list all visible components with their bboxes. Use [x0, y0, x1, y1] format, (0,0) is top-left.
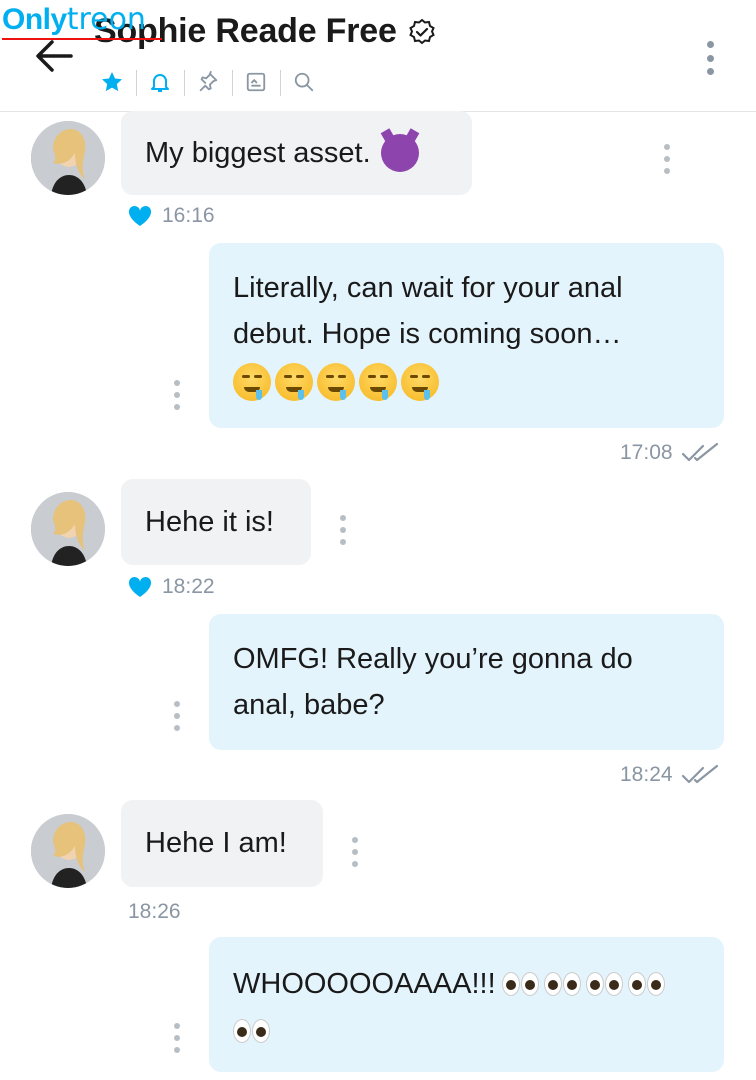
message-text: Hehe I am!: [145, 827, 287, 859]
drooling-face-emoji-row: [233, 363, 700, 401]
verified-badge-icon: [407, 17, 437, 47]
media-gallery-button[interactable]: [232, 66, 280, 98]
gallery-icon: [246, 72, 266, 92]
eyes-emoji-icon: [627, 972, 665, 996]
message-text: WHOOOOOAAAA!!!: [233, 968, 496, 1000]
more-dot-icon: [706, 41, 714, 48]
message-text-line: Literally, can wait for your anal: [233, 272, 623, 304]
drooling-face-emoji-icon: [233, 363, 271, 401]
watermark: Only treon: [2, 2, 162, 40]
message-meta: 17:08: [620, 441, 719, 465]
drooling-face-emoji-icon: [317, 363, 355, 401]
search-button[interactable]: [280, 66, 328, 98]
favorite-button[interactable]: [88, 66, 136, 98]
message-text-line: debut. Hope is coming soon…: [233, 318, 622, 350]
drooling-face-emoji-icon: [359, 363, 397, 401]
message-text: My biggest asset.: [145, 136, 371, 169]
message-time: 17:08: [620, 441, 673, 464]
message-bubble-incoming[interactable]: Hehe it is!: [121, 479, 311, 565]
eyes-emoji-row: [233, 1011, 700, 1057]
message-options-button[interactable]: [349, 837, 361, 867]
message-bubble-incoming[interactable]: My biggest asset.: [121, 111, 472, 195]
eyes-emoji-icon: [585, 972, 623, 996]
eyes-emoji-icon: [501, 972, 539, 996]
message-text-line: anal, babe?: [233, 689, 385, 721]
message-bubble-outgoing[interactable]: WHOOOOOAAAA!!!: [209, 937, 724, 1072]
message-bubble-outgoing[interactable]: OMFG! Really you’re gonna do anal, babe?: [209, 614, 724, 750]
arrow-left-icon: [36, 40, 73, 72]
message-meta: 18:22: [128, 575, 215, 599]
message-bubble-incoming[interactable]: Hehe I am!: [121, 800, 323, 887]
message-meta: 16:16: [128, 204, 215, 228]
message-options-button[interactable]: [661, 144, 673, 174]
search-icon: [294, 72, 314, 92]
message-time: 18:26: [128, 900, 181, 923]
heart-icon[interactable]: [128, 205, 152, 227]
message-text: Hehe it is!: [145, 505, 274, 538]
message-time: 18:24: [620, 763, 673, 786]
message-time: 16:16: [162, 204, 215, 227]
bell-icon: [151, 74, 169, 92]
drooling-face-emoji-icon: [275, 363, 313, 401]
notifications-button[interactable]: [136, 66, 184, 98]
avatar[interactable]: [31, 814, 105, 888]
eyes-emoji-row: [501, 972, 668, 996]
message-options-button[interactable]: [337, 515, 349, 545]
message-options-button[interactable]: [171, 1023, 183, 1053]
drooling-face-emoji-icon: [401, 363, 439, 401]
message-text-line: OMFG! Really you’re gonna do: [233, 643, 633, 675]
pin-button[interactable]: [184, 66, 232, 98]
more-dot-icon: [706, 68, 714, 75]
avatar[interactable]: [31, 492, 105, 566]
message-options-button[interactable]: [171, 701, 183, 731]
more-dot-icon: [706, 54, 714, 62]
eyes-emoji-icon: [543, 972, 581, 996]
eyes-emoji-icon: [233, 1019, 270, 1043]
more-options-button[interactable]: [698, 38, 722, 78]
double-check-icon: [681, 764, 718, 784]
watermark-part-1: Only: [2, 3, 67, 36]
message-text-line: WHOOOOOAAAA!!!: [233, 961, 700, 1007]
back-button[interactable]: [30, 36, 78, 76]
double-check-icon: [681, 442, 718, 462]
message-time: 18:22: [162, 575, 215, 598]
heart-icon[interactable]: [128, 576, 152, 598]
message-bubble-outgoing[interactable]: Literally, can wait for your anal debut.…: [209, 243, 724, 428]
message-meta: 18:26: [128, 900, 181, 924]
watermark-part-2: treon: [66, 2, 146, 37]
message-options-button[interactable]: [171, 380, 183, 410]
star-icon: [102, 72, 122, 92]
smiling-devil-emoji-icon: [380, 134, 419, 172]
watermark-underline: [2, 38, 162, 40]
chat-toolbar: [88, 66, 328, 98]
message-meta: 18:24: [620, 763, 719, 787]
avatar[interactable]: [31, 121, 105, 195]
pin-icon: [199, 71, 218, 92]
